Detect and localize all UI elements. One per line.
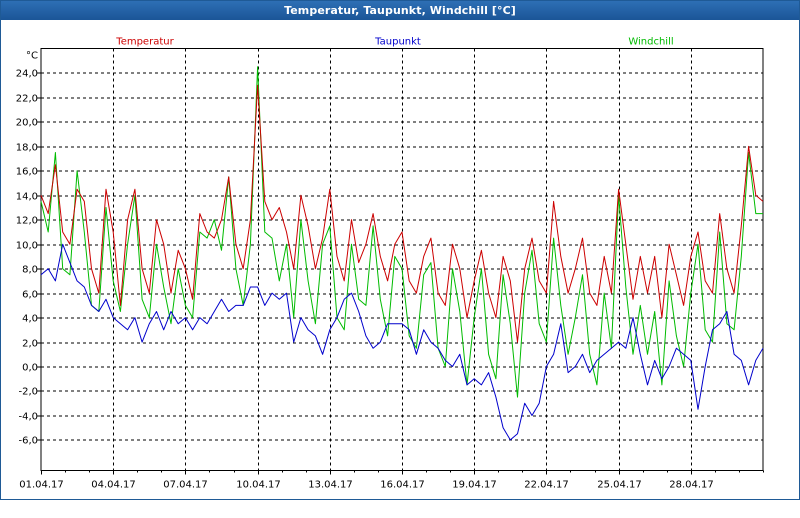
y-tick-label: 8,0 <box>22 265 38 276</box>
x-tick-label: 10.04.17 <box>236 480 281 491</box>
x-tick-label: 01.04.17 <box>19 480 64 491</box>
y-tick-label: -4,0 <box>18 412 38 423</box>
chart-canvas: 24,0 22,0 20,0 18,0 16,0 14,0 12,0 10,0 8,0 6,0 4,… <box>16 37 764 491</box>
chart-title: Temperatur, Taupunkt, Windchill [°C] <box>1 1 799 20</box>
y-tick-label: 6,0 <box>22 290 38 301</box>
legend-windchill: Windchill <box>628 37 673 48</box>
x-tick-label: 07.04.17 <box>163 480 208 491</box>
y-tick-label: 2,0 <box>22 339 38 350</box>
y-tick-label: 4,0 <box>22 314 38 325</box>
x-tick-label: 25.04.17 <box>597 480 642 491</box>
y-axis-unit-label: °C <box>26 51 38 62</box>
x-tick-label: 13.04.17 <box>308 480 353 491</box>
legend-temperatur: Temperatur <box>115 37 174 48</box>
y-tick-label: 24,0 <box>16 69 38 80</box>
chart-window: Temperatur, Taupunkt, Windchill [°C] 24,… <box>0 0 800 500</box>
y-tick-label: 10,0 <box>16 241 38 252</box>
y-tick-label: 22,0 <box>16 94 38 105</box>
y-tick-label: 14,0 <box>16 192 38 203</box>
y-tick-label: 12,0 <box>16 216 38 227</box>
y-tick-label: 18,0 <box>16 143 38 154</box>
y-tick-label: -2,0 <box>18 387 38 398</box>
x-tick-label: 19.04.17 <box>452 480 497 491</box>
x-tick-label: 16.04.17 <box>380 480 425 491</box>
y-tick-label: -6,0 <box>18 436 38 447</box>
x-tick-label: 28.04.17 <box>669 480 714 491</box>
y-tick-label: 16,0 <box>16 167 38 178</box>
x-tick-label: 22.04.17 <box>524 480 569 491</box>
y-tick-label: 20,0 <box>16 118 38 129</box>
legend-taupunkt: Taupunkt <box>374 37 421 48</box>
y-tick-label: 0,0 <box>22 363 38 374</box>
x-tick-label: 04.04.17 <box>91 480 136 491</box>
